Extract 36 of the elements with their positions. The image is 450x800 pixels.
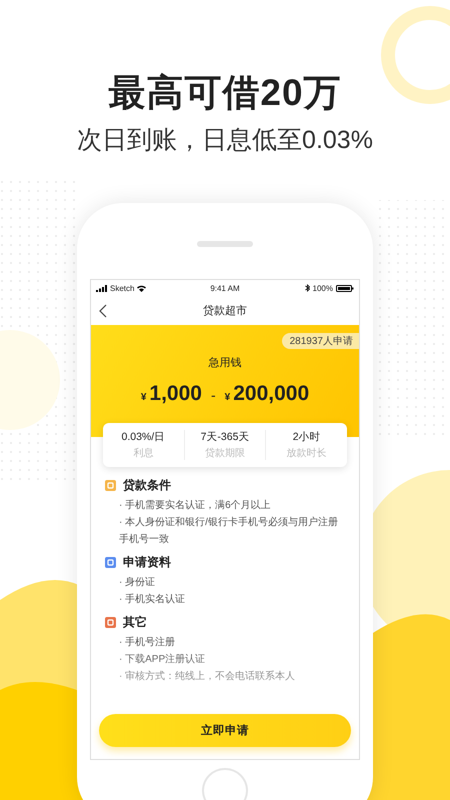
requirement-text: · 手机号注册 [118, 636, 176, 650]
battery-percentage: 100% [312, 284, 333, 293]
page-title: 贷款超市 [203, 304, 247, 318]
stat-value: 0.03%/日 [121, 430, 166, 444]
wifi-icon [137, 284, 146, 292]
subheadline: 次日到账，日息低至0.03% [77, 125, 373, 156]
requirement-text: · 身份证 [118, 576, 156, 590]
bluetooth-icon [304, 284, 310, 292]
amount-min: 1,000 [149, 382, 202, 406]
requirement-text: · 手机需要实名认证，满6个月以上 [118, 498, 272, 513]
stat-label: 贷款期限 [205, 446, 245, 460]
range-separator: - [210, 386, 216, 403]
requirement-text: · 手机实名认证 [118, 592, 186, 607]
stat-label: 利息 [133, 446, 154, 460]
apply-button[interactable]: 立即申请 [99, 714, 351, 747]
back-icon[interactable] [99, 304, 107, 318]
section-title: 申请资料 [123, 554, 171, 571]
section-title: 其它 [123, 614, 147, 631]
requirement-text: · 下载APP注册认证 [118, 652, 206, 667]
status-time: 9:41 AM [210, 284, 240, 293]
stat-value: 2小时 [292, 430, 321, 444]
applicant-count-badge: 281937人申请 [282, 332, 359, 349]
requirement-text: · 审核方式：纯线上，不会电话联系本人 [118, 670, 296, 684]
signal-icon [96, 284, 107, 292]
carrier-name: Sketch [110, 284, 134, 293]
section-title: 贷款条件 [123, 476, 171, 494]
product-name: 急用钱 [208, 356, 242, 370]
stat-label: 放款时长 [286, 446, 327, 460]
battery-icon [336, 284, 354, 292]
requirement-text: · 本人身份证和银行/银行卡手机号必须与用户注册手机号一致 [118, 516, 339, 547]
headline: 最高可借20万 [108, 71, 342, 115]
stat-value: 7天-365天 [200, 430, 250, 444]
amount-max: 200,000 [233, 382, 310, 406]
currency-symbol: ¥ [224, 392, 230, 403]
speaker-slot [197, 241, 253, 247]
currency-symbol: ¥ [140, 392, 146, 403]
